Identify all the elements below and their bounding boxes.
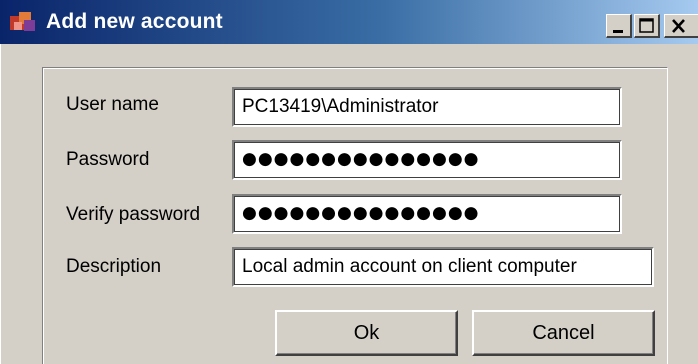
user-name-field[interactable]: PC13419\Administrator — [232, 87, 622, 127]
cancel-button[interactable]: Cancel — [472, 310, 655, 356]
window-frame — [0, 44, 5, 364]
close-button[interactable] — [664, 14, 698, 38]
minimize-icon — [613, 30, 623, 33]
minimize-button[interactable] — [606, 14, 632, 38]
app-icon — [10, 10, 36, 34]
password-field[interactable]: ●●●●●●●●●●●●●●● — [232, 140, 622, 180]
maximize-icon — [639, 18, 654, 33]
window-title: Add new account — [46, 10, 223, 33]
maximize-button[interactable] — [634, 14, 660, 38]
ok-button[interactable]: Ok — [275, 310, 458, 356]
description-field[interactable]: Local admin account on client computer — [232, 247, 654, 287]
verify-password-label: Verify password — [66, 204, 201, 225]
verify-password-field[interactable]: ●●●●●●●●●●●●●●● — [232, 194, 622, 234]
user-name-label: User name — [66, 94, 159, 115]
password-label: Password — [66, 149, 150, 170]
add-account-dialog: Add new account User name PC13419\Admini… — [0, 0, 698, 364]
title-bar[interactable]: Add new account — [0, 0, 698, 44]
close-icon — [672, 19, 685, 33]
description-label: Description — [66, 256, 162, 277]
